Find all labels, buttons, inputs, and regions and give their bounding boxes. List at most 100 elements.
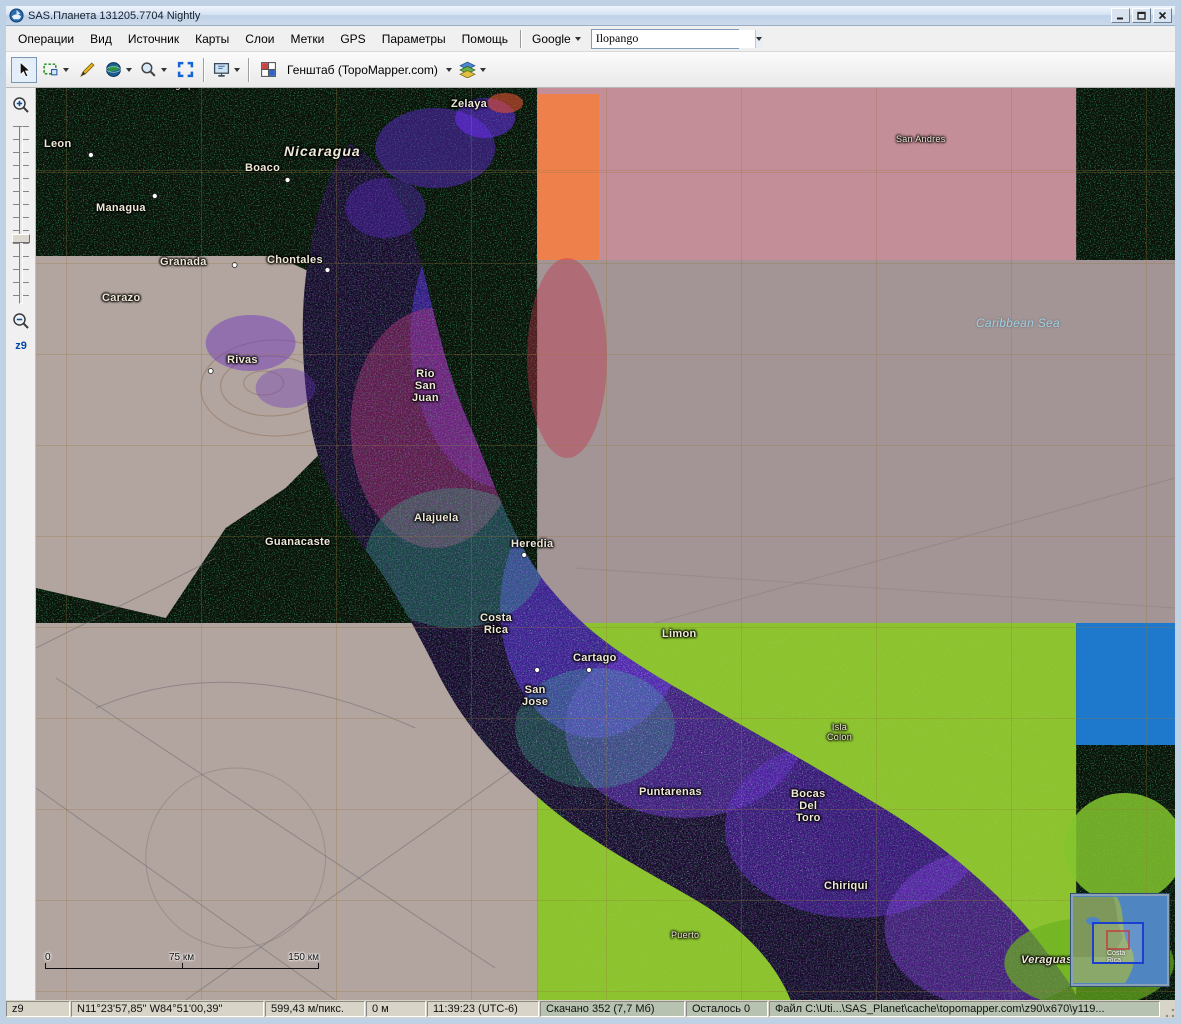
fill-grid-icon [260,61,277,78]
monitor-icon [213,61,230,78]
dropdown-arrow-icon [234,68,240,72]
menu-help[interactable]: Помощь [454,28,516,50]
menubar: Операции Вид Источник Карты Слои Метки G… [6,26,1175,52]
app-window: SAS.Планета 131205.7704 Nightly Операции… [0,0,1181,1024]
map-label: Veraguas [1021,954,1073,966]
zoom-slider-handle[interactable] [12,234,30,243]
fill-map-button[interactable] [255,57,281,83]
status-time: 11:39:23 (UTC-6) [427,1001,539,1017]
maximize-icon [1137,11,1146,20]
main-toolbar: Генштаб (TopoMapper.com) [6,52,1175,88]
scale-zero-label: 0 [45,952,51,963]
cursor-tool-button[interactable] [11,57,37,83]
menu-gps[interactable]: GPS [332,28,373,50]
dropdown-arrow-icon [63,68,69,72]
map-label: Granada [160,256,207,268]
zoom-slider[interactable] [13,126,29,304]
map-label: Alajuela [414,512,459,524]
zoom-out-button[interactable] [10,310,32,332]
resize-grip[interactable] [1161,1000,1175,1018]
menu-layers[interactable]: Слои [237,28,282,50]
status-downloaded: Скачано 352 (7,7 Мб) [540,1001,685,1017]
overview-minimap[interactable]: Costa Rica [1071,894,1169,986]
close-button[interactable] [1153,8,1172,23]
map-label: Costa Rica [480,612,512,636]
map-label: Nicaragua [284,143,361,159]
layers-icon [459,61,476,78]
minimize-icon [1116,11,1125,20]
dropdown-arrow-icon [756,37,762,41]
statusbar: z9 N11°23'57,85" W84°51'00,39" 599,43 м/… [6,1000,1175,1018]
download-manager-button[interactable] [210,57,243,83]
layers-button[interactable] [456,57,489,83]
map-label: San Jose [522,684,548,708]
dropdown-arrow-icon [480,68,486,72]
minimize-button[interactable] [1111,8,1130,23]
dropdown-arrow-icon [126,68,132,72]
search-dropdown-button[interactable] [755,30,762,48]
zoom-level-label: z9 [6,340,36,352]
scale-end-label: 150 км [288,952,319,963]
scale-tick [318,963,319,969]
zoom-out-icon [12,312,30,330]
search-input[interactable] [592,30,755,48]
zoom-tool-button[interactable] [137,57,170,83]
globe-icon [105,61,122,78]
toolbar-separator [203,58,205,82]
measure-tool-button[interactable] [74,57,100,83]
dropdown-arrow-icon [575,37,581,41]
zoom-in-icon [12,96,30,114]
status-elevation: 0 м [366,1001,426,1017]
status-resolution: 599,43 м/пикс. [265,1001,365,1017]
map-label: San Andres [896,134,946,144]
map-label-sea: Caribbean Sea [976,316,1060,330]
search-provider-button[interactable]: Google [526,29,587,49]
menu-view[interactable]: Вид [82,28,120,50]
map-label: Leon [44,138,71,150]
menu-separator [520,30,522,48]
titlebar[interactable]: SAS.Планета 131205.7704 Nightly [6,6,1175,26]
cursor-icon [16,61,33,78]
map-label: Rivas [227,354,258,366]
map-label: Boaco [245,162,280,174]
app-icon [9,8,24,23]
search-combo[interactable] [591,29,739,49]
map-canvas [36,88,1175,1000]
menu-source[interactable]: Источник [120,28,187,50]
fullscreen-button[interactable] [172,57,198,83]
map-viewport[interactable]: Matagalpa Zelaya Leon Nicaragua Boaco Ma… [36,88,1175,1000]
maximize-button[interactable] [1132,8,1151,23]
map-label: Puntarenas [639,786,702,798]
map-label: Guanacaste [265,536,330,548]
status-zoom: z9 [6,1001,70,1017]
map-source-selector[interactable]: Генштаб (TopoMapper.com) [282,57,455,83]
menu-operations[interactable]: Операции [10,28,82,50]
menu-settings[interactable]: Параметры [374,28,454,50]
map-source-label: Генштаб (TopoMapper.com) [283,63,442,77]
status-remaining: Осталось 0 [686,1001,768,1017]
content-area: z9 [6,88,1175,1000]
menu-marks[interactable]: Метки [282,28,332,50]
selection-icon [42,61,59,78]
minimap-canvas [1073,896,1167,984]
map-label: Isla Colon [827,722,852,742]
map-label: Bocas Del Toro [791,788,826,824]
map-label: Managua [96,202,146,214]
dropdown-arrow-icon [446,68,452,72]
menu-maps[interactable]: Карты [187,28,237,50]
zoom-in-button[interactable] [10,94,32,116]
go-to-tool-button[interactable] [102,57,135,83]
map-label: Cartago [573,652,617,664]
map-label: Rio San Juan [412,368,439,404]
selection-tool-button[interactable] [39,57,72,83]
map-label: Carazo [102,292,140,304]
map-label: Heredia [511,538,553,550]
map-label: Zelaya [451,98,487,110]
toolbar-separator [248,58,250,82]
zoom-slider-track [19,126,23,304]
scale-mid-label: 75 км [169,952,194,963]
map-label: Puerto [671,930,699,940]
map-label: Matagalpa [154,88,199,90]
close-icon [1158,11,1167,20]
window-title: SAS.Планета 131205.7704 Nightly [28,10,1109,22]
